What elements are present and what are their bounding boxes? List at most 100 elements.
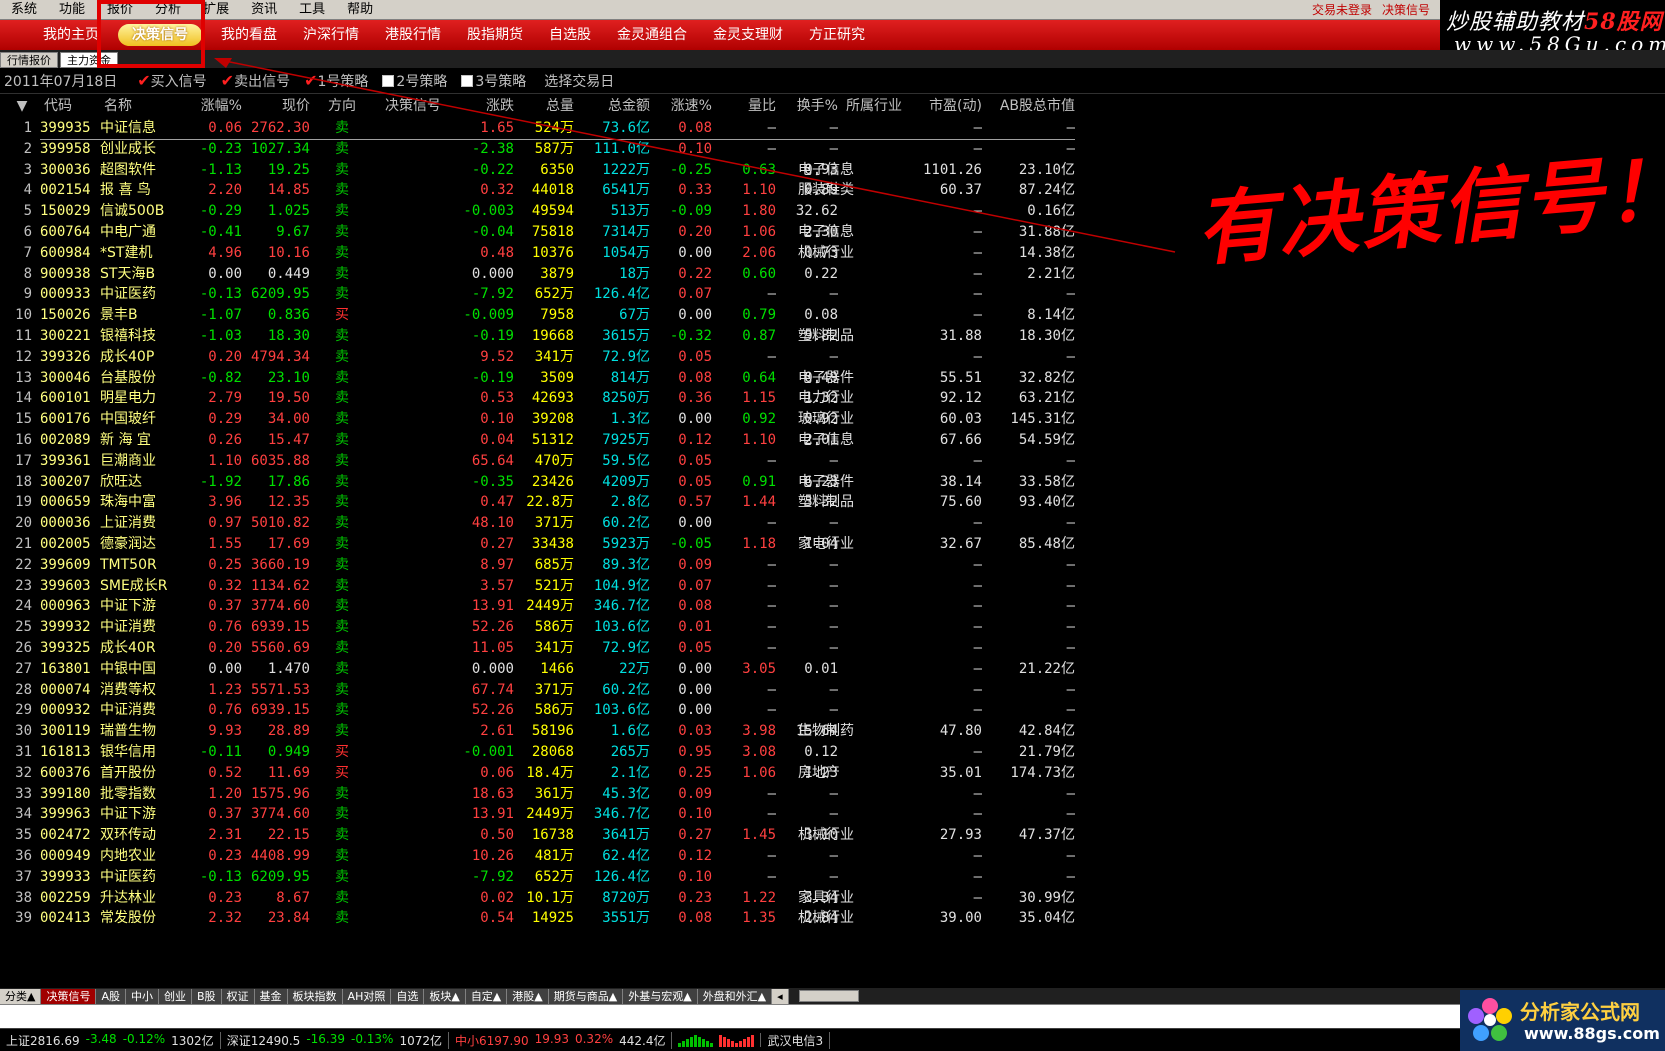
- col-code[interactable]: 代码: [44, 95, 104, 117]
- menu-help[interactable]: 帮助: [336, 0, 384, 20]
- trade-login-status[interactable]: 交易未登录: [1312, 1, 1372, 18]
- table-row[interactable]: 3 300036 超图软件 -1.13 19.25 卖 -0.22 6350 1222万 -0.2…: [0, 159, 1075, 181]
- table-row[interactable]: 28 000074 消费等权 1.23 5571.53 卖 67.74 371万 60.2亿 0.…: [0, 679, 1075, 701]
- table-row[interactable]: 16 002089 新 海 宜 0.26 15.47 卖 0.04 51312 7925万 0.1…: [0, 429, 1075, 451]
- table-row[interactable]: 31 161813 银华信用 -0.11 0.949 买 -0.001 28068 265万 0.…: [0, 741, 1075, 763]
- index-sh[interactable]: 上证2816.69 -3.48 -0.12% 1302亿: [0, 1031, 221, 1049]
- table-row[interactable]: 20 000036 上证消费 0.97 5010.82 卖 48.10 371万 60.2亿 0.…: [0, 512, 1075, 534]
- col-pe[interactable]: 市盈(动): [912, 95, 982, 117]
- nav-research[interactable]: 方正研究: [796, 20, 878, 50]
- table-row[interactable]: 39 002413 常发股份 2.32 23.84 卖 0.54 14925 3551万 0.08…: [0, 907, 1075, 929]
- table-row[interactable]: 15 600176 中国玻纤 0.29 34.00 卖 0.10 39208 1.3亿 0.00 0…: [0, 408, 1075, 430]
- tab-funds[interactable]: 基金: [254, 988, 288, 1004]
- col-speed[interactable]: 涨速%: [650, 95, 712, 117]
- col-change[interactable]: 涨跌: [452, 95, 514, 117]
- tab-gem[interactable]: 创业: [159, 988, 192, 1004]
- index-sz[interactable]: 深证12490.5 -16.39 -0.13% 1072亿: [221, 1031, 449, 1049]
- tab-a-shares[interactable]: A股: [96, 988, 126, 1004]
- nav-my-watch[interactable]: 我的看盘: [208, 20, 290, 50]
- menu-tools[interactable]: 工具: [288, 0, 336, 20]
- isp-server[interactable]: 武汉电信3: [761, 1031, 831, 1049]
- col-volume-ratio[interactable]: 量比: [712, 95, 776, 117]
- table-row[interactable]: 22 399609 TMT50R 0.25 3660.19 卖 8.97 685万 89.3亿 0…: [0, 554, 1075, 576]
- table-row[interactable]: 38 002259 升达林业 0.23 8.67 卖 0.02 10.1万 8720万 0.23 1…: [0, 887, 1075, 909]
- table-row[interactable]: 33 399180 批零指数 1.20 1575.96 卖 18.63 361万 45.3亿 0.…: [0, 783, 1075, 805]
- index-sme[interactable]: 中小6197.90 19.93 0.32% 442.4亿: [449, 1031, 673, 1049]
- table-row[interactable]: 7 600984 *ST建机 4.96 10.16 卖 0.48 10376 1054万 0.00…: [0, 242, 1075, 264]
- nav-shsz-quotes[interactable]: 沪深行情: [290, 20, 372, 50]
- table-row[interactable]: 25 399932 中证消费 0.76 6939.15 卖 52.26 586万 103.6亿 0…: [0, 616, 1075, 638]
- table-row[interactable]: 1 399935 中证信息 0.06 2762.30 卖 1.65 524万 73.6亿 0.08…: [0, 117, 1075, 140]
- tab-watchlist[interactable]: 自选: [391, 988, 425, 1004]
- tab-sectors[interactable]: 板块▲: [424, 988, 466, 1004]
- table-row[interactable]: 37 399933 中证医药 -0.13 6209.95 卖 -7.92 652万 126.4亿…: [0, 866, 1075, 888]
- signal-status[interactable]: 决策信号: [1382, 1, 1430, 18]
- table-row[interactable]: 10 150026 景丰B -1.07 0.836 买 -0.009 7958 67万 0.00 0…: [0, 304, 1075, 326]
- table-row[interactable]: 11 300221 银禧科技 -1.03 18.30 卖 -0.19 19668 3615万 -0…: [0, 325, 1075, 347]
- col-price[interactable]: 现价: [242, 95, 310, 117]
- table-row[interactable]: 30 300119 瑞普生物 9.93 28.89 卖 2.61 58196 1.6亿 0.03 3…: [0, 720, 1075, 742]
- sell-signal-checkbox[interactable]: ✔ 卖出信号: [221, 71, 290, 91]
- col-turnover[interactable]: 换手%: [776, 95, 838, 117]
- tab-warrants[interactable]: 权证: [221, 988, 255, 1004]
- tab-hk[interactable]: 港股▲: [507, 988, 549, 1004]
- nav-wealth[interactable]: 金灵支理财: [700, 20, 796, 50]
- tab-forex[interactable]: 外盘和外汇▲: [697, 988, 773, 1004]
- strategy1-checkbox[interactable]: ✔ 1号策略: [304, 71, 368, 91]
- tab-sme[interactable]: 中小: [126, 988, 159, 1004]
- table-row[interactable]: 5 150029 信诚500B -0.29 1.025 卖 -0.003 49594 513万 -…: [0, 200, 1075, 222]
- table-row[interactable]: 32 600376 首开股份 0.52 11.69 买 0.06 18.4万 2.1亿 0.25 1…: [0, 762, 1075, 784]
- buy-signal-checkbox[interactable]: ✔ 买入信号: [137, 71, 206, 91]
- col-name[interactable]: 名称: [104, 95, 174, 117]
- table-row[interactable]: 14 600101 明星电力 2.79 19.50 卖 0.53 42693 8250万 0.36…: [0, 387, 1075, 409]
- nav-watchlist[interactable]: 自选股: [536, 20, 604, 50]
- nav-hk-quotes[interactable]: 港股行情: [372, 20, 454, 50]
- table-row[interactable]: 4 002154 报 喜 鸟 2.20 14.85 卖 0.32 44018 6541万 0.33…: [0, 179, 1075, 201]
- table-row[interactable]: 18 300207 欣旺达 -1.92 17.86 卖 -0.35 23426 4209万 0.0…: [0, 471, 1075, 493]
- tab-custom[interactable]: 自定▲: [465, 988, 508, 1004]
- horizontal-scrollbar[interactable]: [798, 990, 859, 1002]
- table-row[interactable]: 9 000933 中证医药 -0.13 6209.95 卖 -7.92 652万 126.4亿 0…: [0, 283, 1075, 305]
- table-row[interactable]: 12 399326 成长40P 0.20 4794.34 卖 9.52 341万 72.9亿 0.…: [0, 346, 1075, 368]
- nav-index-futures[interactable]: 股指期货: [454, 20, 536, 50]
- table-row[interactable]: 21 002005 德豪润达 1.55 17.69 卖 0.27 33438 5923万 -0.0…: [0, 533, 1075, 555]
- col-change-pct[interactable]: 涨幅%: [176, 95, 242, 117]
- table-row[interactable]: 24 000963 中证下游 0.37 3774.60 卖 13.91 2449万 346.7亿…: [0, 595, 1075, 617]
- menu-info[interactable]: 资讯: [240, 0, 288, 20]
- tab-ah-compare[interactable]: AH对照: [342, 988, 392, 1004]
- table-row[interactable]: 23 399603 SME成长R 0.32 1134.62 卖 3.57 521万 104.9亿…: [0, 575, 1075, 597]
- table-row[interactable]: 36 000949 内地农业 0.23 4408.99 卖 10.26 481万 62.4亿 0.…: [0, 845, 1075, 867]
- menu-function[interactable]: 功能: [48, 0, 96, 20]
- scroll-left-icon[interactable]: ◂: [772, 988, 789, 1004]
- tab-futures[interactable]: 期货与商品▲: [548, 988, 624, 1004]
- strategy3-checkbox[interactable]: 3号策略: [461, 71, 526, 91]
- col-volume[interactable]: 总量: [514, 95, 574, 117]
- table-row[interactable]: 8 900938 ST天海B 0.00 0.449 卖 0.000 3879 18万 0.22 0.…: [0, 263, 1075, 285]
- table-row[interactable]: 27 163801 中银中国 0.00 1.470 卖 0.000 1466 22万 0.00 3.…: [0, 658, 1075, 680]
- table-row[interactable]: 2 399958 创业成长 -0.23 1027.34 卖 -2.38 587万 111.0亿 0…: [0, 138, 1075, 160]
- table-row[interactable]: 13 300046 台基股份 -0.82 23.10 卖 -0.19 3509 814万 0.08…: [0, 367, 1075, 389]
- table-row[interactable]: 6 600764 中电广通 -0.41 9.67 卖 -0.04 75818 7314万 0.20…: [0, 221, 1075, 243]
- tab-category[interactable]: 分类▲: [0, 988, 42, 1004]
- menu-system[interactable]: 系统: [0, 0, 48, 20]
- table-row[interactable]: 17 399361 巨潮商业 1.10 6035.88 卖 65.64 470万 59.5亿 0.…: [0, 450, 1075, 472]
- tab-sector-index[interactable]: 板块指数: [287, 988, 343, 1004]
- table-row[interactable]: 19 000659 珠海中富 3.96 12.35 卖 0.47 22.8万 2.8亿 0.57 1…: [0, 491, 1075, 513]
- column-menu-icon[interactable]: ▼: [12, 95, 32, 117]
- table-row[interactable]: 35 002472 双环传动 2.31 22.15 卖 0.50 16738 3641万 0.27…: [0, 824, 1075, 846]
- col-decision-signal[interactable]: 决策信号: [374, 95, 452, 117]
- table-row[interactable]: 26 399325 成长40R 0.20 5560.69 卖 11.05 341万 72.9亿 0…: [0, 637, 1075, 659]
- tab-decision-signal[interactable]: 决策信号: [41, 988, 97, 1004]
- nav-portfolio[interactable]: 金灵通组合: [604, 20, 700, 50]
- col-amount[interactable]: 总金额: [574, 95, 650, 117]
- col-market-cap[interactable]: AB股总市值: [982, 95, 1075, 117]
- col-direction[interactable]: 方向: [320, 95, 364, 117]
- command-input[interactable]: [0, 1004, 1460, 1028]
- strategy2-checkbox[interactable]: 2号策略: [382, 71, 447, 91]
- table-row[interactable]: 34 399963 中证下游 0.37 3774.60 卖 13.91 2449万 346.7亿…: [0, 803, 1075, 825]
- table-row[interactable]: 29 000932 中证消费 0.76 6939.15 卖 52.26 586万 103.6亿 0…: [0, 699, 1075, 721]
- select-trade-day-button[interactable]: 选择交易日: [544, 71, 614, 91]
- subtab-quotes[interactable]: 行情报价: [0, 52, 58, 68]
- tab-macro[interactable]: 外基与宏观▲: [623, 988, 698, 1004]
- tab-b-shares[interactable]: B股: [192, 988, 222, 1004]
